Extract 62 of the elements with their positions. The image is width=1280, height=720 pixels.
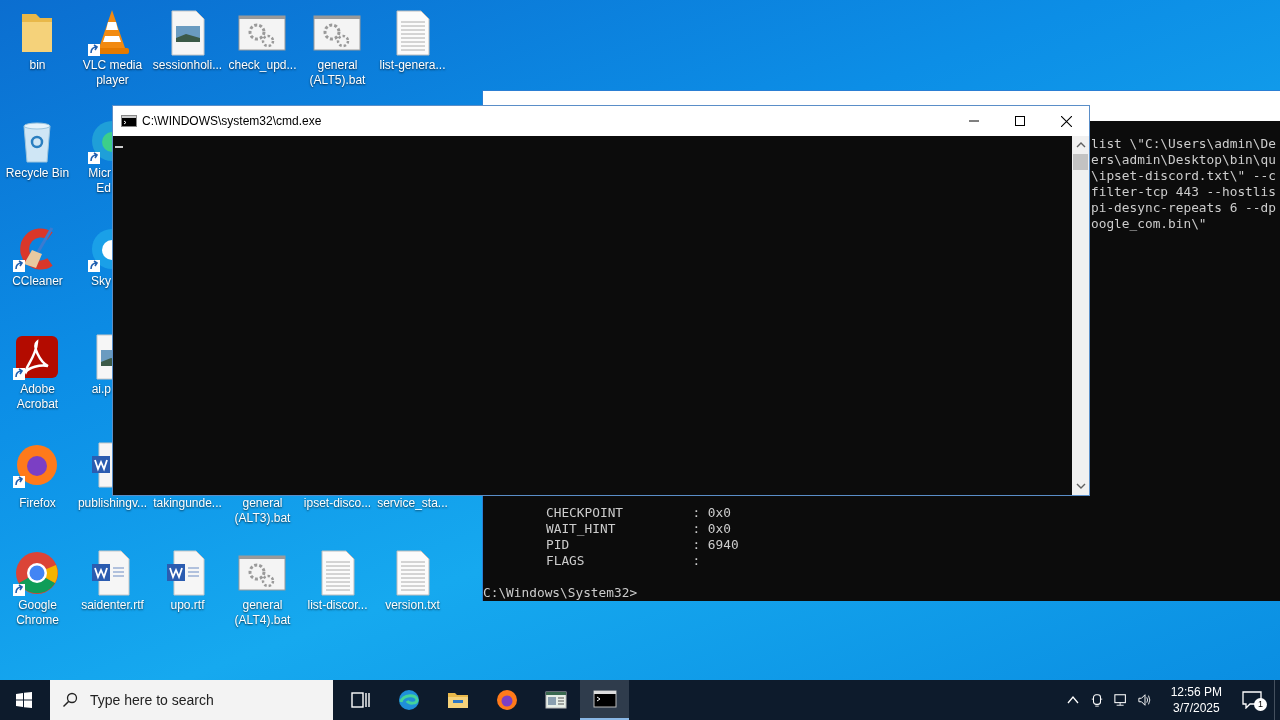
console-line: pi-desync-repeats 6 --dp: [1091, 200, 1277, 216]
text-cursor: [115, 146, 123, 148]
terminal-icon: [121, 115, 137, 127]
desktop-icon-label[interactable]: Google Chrome: [0, 598, 75, 628]
desktop-icon-label[interactable]: VLC media player: [75, 58, 150, 88]
clock-time: 12:56 PM: [1170, 684, 1222, 700]
desktop-icon-label[interactable]: check_upd...: [225, 58, 300, 73]
desktop-icon-label[interactable]: general (ALT5).bat: [300, 58, 375, 88]
browser-icon: [396, 688, 421, 712]
device-icon[interactable]: [1089, 693, 1104, 707]
scroll-down-icon[interactable]: [1075, 483, 1086, 489]
console-line: \ipset-discord.txt\" --c: [1091, 168, 1277, 184]
terminal-icon: [592, 687, 617, 711]
clock-button[interactable]: 12:56 PM 3/7/2025: [1162, 684, 1230, 716]
desktop-icon-label[interactable]: Micr Ed: [77, 166, 111, 196]
notification-count: 1: [1254, 698, 1267, 711]
console-line: list \"C:\Users\admin\De: [1091, 136, 1277, 152]
app-window-icon: [543, 688, 568, 712]
desktop-icon-label[interactable]: bin: [0, 58, 75, 73]
console-line: FLAGS :: [545, 553, 702, 569]
console-prompt: C:\Windows\System32>: [483, 585, 639, 601]
console-line: PID : 6940: [545, 537, 740, 553]
desktop-icon-label[interactable]: list-genera...: [375, 58, 450, 73]
scrollbar-thumb[interactable]: [1073, 154, 1088, 170]
console-line: ers\admin\Desktop\bin\qu: [1091, 152, 1277, 168]
desktop-icon-label[interactable]: takingunde...: [150, 496, 225, 511]
desktop-icon-label[interactable]: Adobe Acrobat: [0, 382, 75, 412]
window-title: C:\WINDOWS\system32\cmd.exe: [142, 114, 322, 128]
clock-date: 3/7/2025: [1172, 700, 1220, 716]
desktop-icon-label[interactable]: Recycle Bin: [0, 166, 75, 181]
desktop-icon-label[interactable]: saidenter.rtf: [75, 598, 150, 613]
console-line: WAIT_HINT : 0x0: [545, 521, 732, 537]
scroll-up-icon[interactable]: [1075, 142, 1086, 148]
search-icon: [62, 692, 78, 708]
message-icon: [1242, 691, 1262, 709]
desktop-icon-label[interactable]: list-discor...: [300, 598, 375, 613]
windows-logo-icon: [16, 692, 32, 708]
desktop-icon-label[interactable]: ai.p: [77, 382, 111, 397]
console-line: CHECKPOINT : 0x0: [545, 505, 732, 521]
speaker-icon[interactable]: [1137, 693, 1152, 707]
maximize-icon: [1015, 116, 1025, 126]
console-line: filter-tcp 443 --hostlis: [1091, 184, 1277, 200]
desktop-icon-label[interactable]: Sky: [77, 274, 111, 289]
desktop-icon-label[interactable]: general (ALT3).bat: [225, 496, 300, 526]
taskbar-app-button[interactable]: [580, 680, 629, 720]
desktop-icon-label[interactable]: publishingv...: [75, 496, 150, 511]
desktop-icon-label[interactable]: CCleaner: [0, 274, 75, 289]
desktop-icon-label[interactable]: sessionholi...: [150, 58, 225, 73]
desktop-icon-label[interactable]: upo.rtf: [150, 598, 225, 613]
desktop-icon-label[interactable]: version.txt: [375, 598, 450, 613]
close-icon: [1060, 115, 1072, 127]
scrollbar[interactable]: [1072, 136, 1089, 495]
console-line: oogle_com.bin\": [1091, 216, 1208, 232]
search-field[interactable]: Type here to search: [88, 691, 312, 709]
browser-icon: [494, 688, 519, 712]
search-box[interactable]: Type here to search: [50, 680, 333, 720]
desktop-icon-label[interactable]: general (ALT4).bat: [225, 598, 300, 628]
notification-button[interactable]: 1: [1230, 680, 1274, 720]
desktop-icon-label[interactable]: service_sta...: [375, 496, 450, 511]
network-icon[interactable]: [1113, 693, 1128, 707]
desktop-icon-label[interactable]: Firefox: [0, 496, 75, 511]
desktop-icon-label[interactable]: ipset-disco...: [300, 496, 375, 511]
